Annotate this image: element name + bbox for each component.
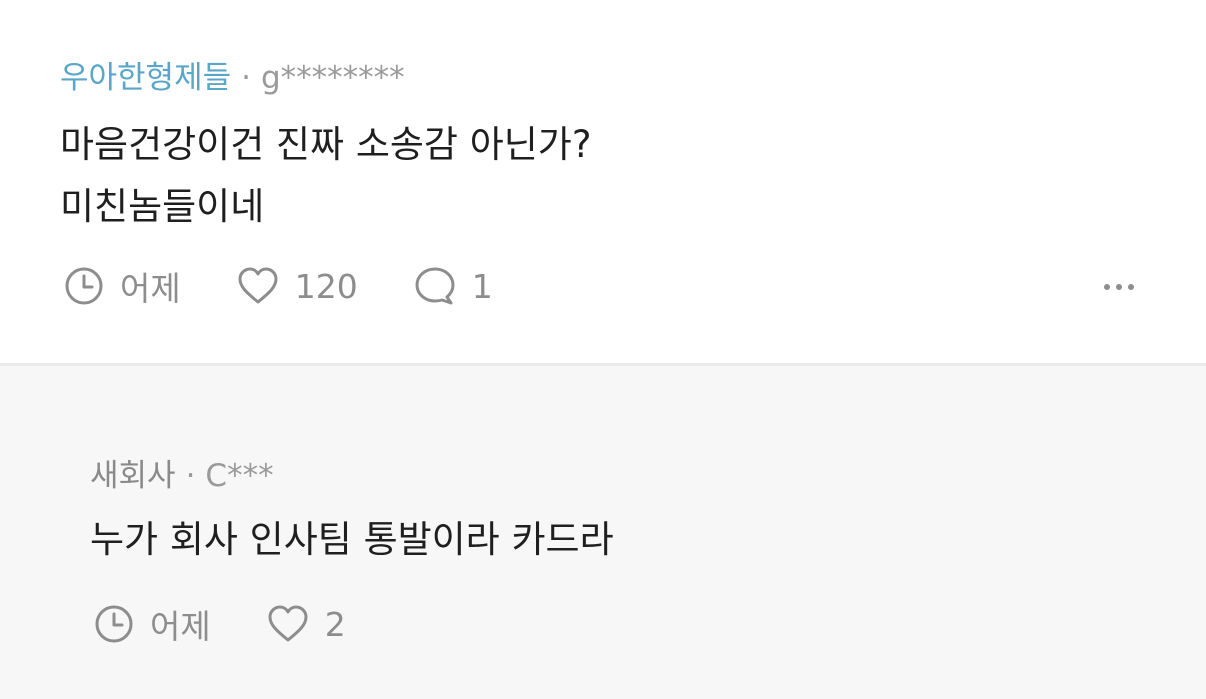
- author-name: g********: [260, 60, 405, 96]
- comment-body: 마음건강이건 진짜 소송감 아닌가? 미친놈들이네: [60, 114, 591, 238]
- speech-bubble-icon: [415, 267, 455, 305]
- company-name[interactable]: 새회사: [90, 458, 176, 494]
- timestamp: 어제: [94, 600, 211, 648]
- meta-separator: ·: [241, 60, 251, 96]
- company-name[interactable]: 우아한형제들: [60, 60, 231, 96]
- heart-icon: [268, 605, 308, 642]
- reply-count: 1: [471, 266, 493, 306]
- comment-line: 미친놈들이네: [60, 185, 265, 228]
- reply-meta: 새회사 · C***: [90, 456, 274, 496]
- timestamp-text: 어제: [150, 607, 211, 646]
- author-name: C***: [205, 458, 274, 494]
- timestamp-text: 어제: [120, 269, 181, 308]
- reply-actions: 어제 2: [94, 600, 402, 648]
- more-button[interactable]: [1104, 284, 1134, 290]
- comment-line: 마음건강이건 진짜 소송감 아닌가?: [60, 123, 592, 166]
- reply-body: 누가 회사 인사팀 통발이라 카드라: [90, 509, 614, 571]
- like-count: 2: [324, 604, 346, 644]
- more-horizontal-icon: [1104, 284, 1110, 290]
- meta-separator: ·: [185, 458, 196, 494]
- reply-line: 누가 회사 인사팀 통발이라 카드라: [90, 518, 614, 561]
- like-button[interactable]: 120: [237, 266, 358, 306]
- heart-icon: [238, 267, 278, 304]
- like-button[interactable]: 2: [267, 604, 346, 644]
- clock-icon: [95, 605, 133, 643]
- more-horizontal-icon: [1128, 284, 1134, 290]
- comment-card: 우아한형제들 · g******** 마음건강이건 진짜 소송감 아닌가? 미친놈들…: [0, 0, 1206, 366]
- comment-meta: 우아한형제들 · g********: [60, 58, 405, 98]
- reply-button[interactable]: 1: [414, 266, 493, 306]
- clock-icon: [65, 267, 103, 305]
- reply-card: 새회사 · C*** 누가 회사 인사팀 통발이라 카드라 어제 2: [0, 366, 1206, 699]
- timestamp: 어제: [64, 262, 181, 310]
- like-count: 120: [294, 266, 358, 306]
- more-horizontal-icon: [1116, 284, 1122, 290]
- comment-actions: 어제 120 1: [64, 262, 549, 310]
